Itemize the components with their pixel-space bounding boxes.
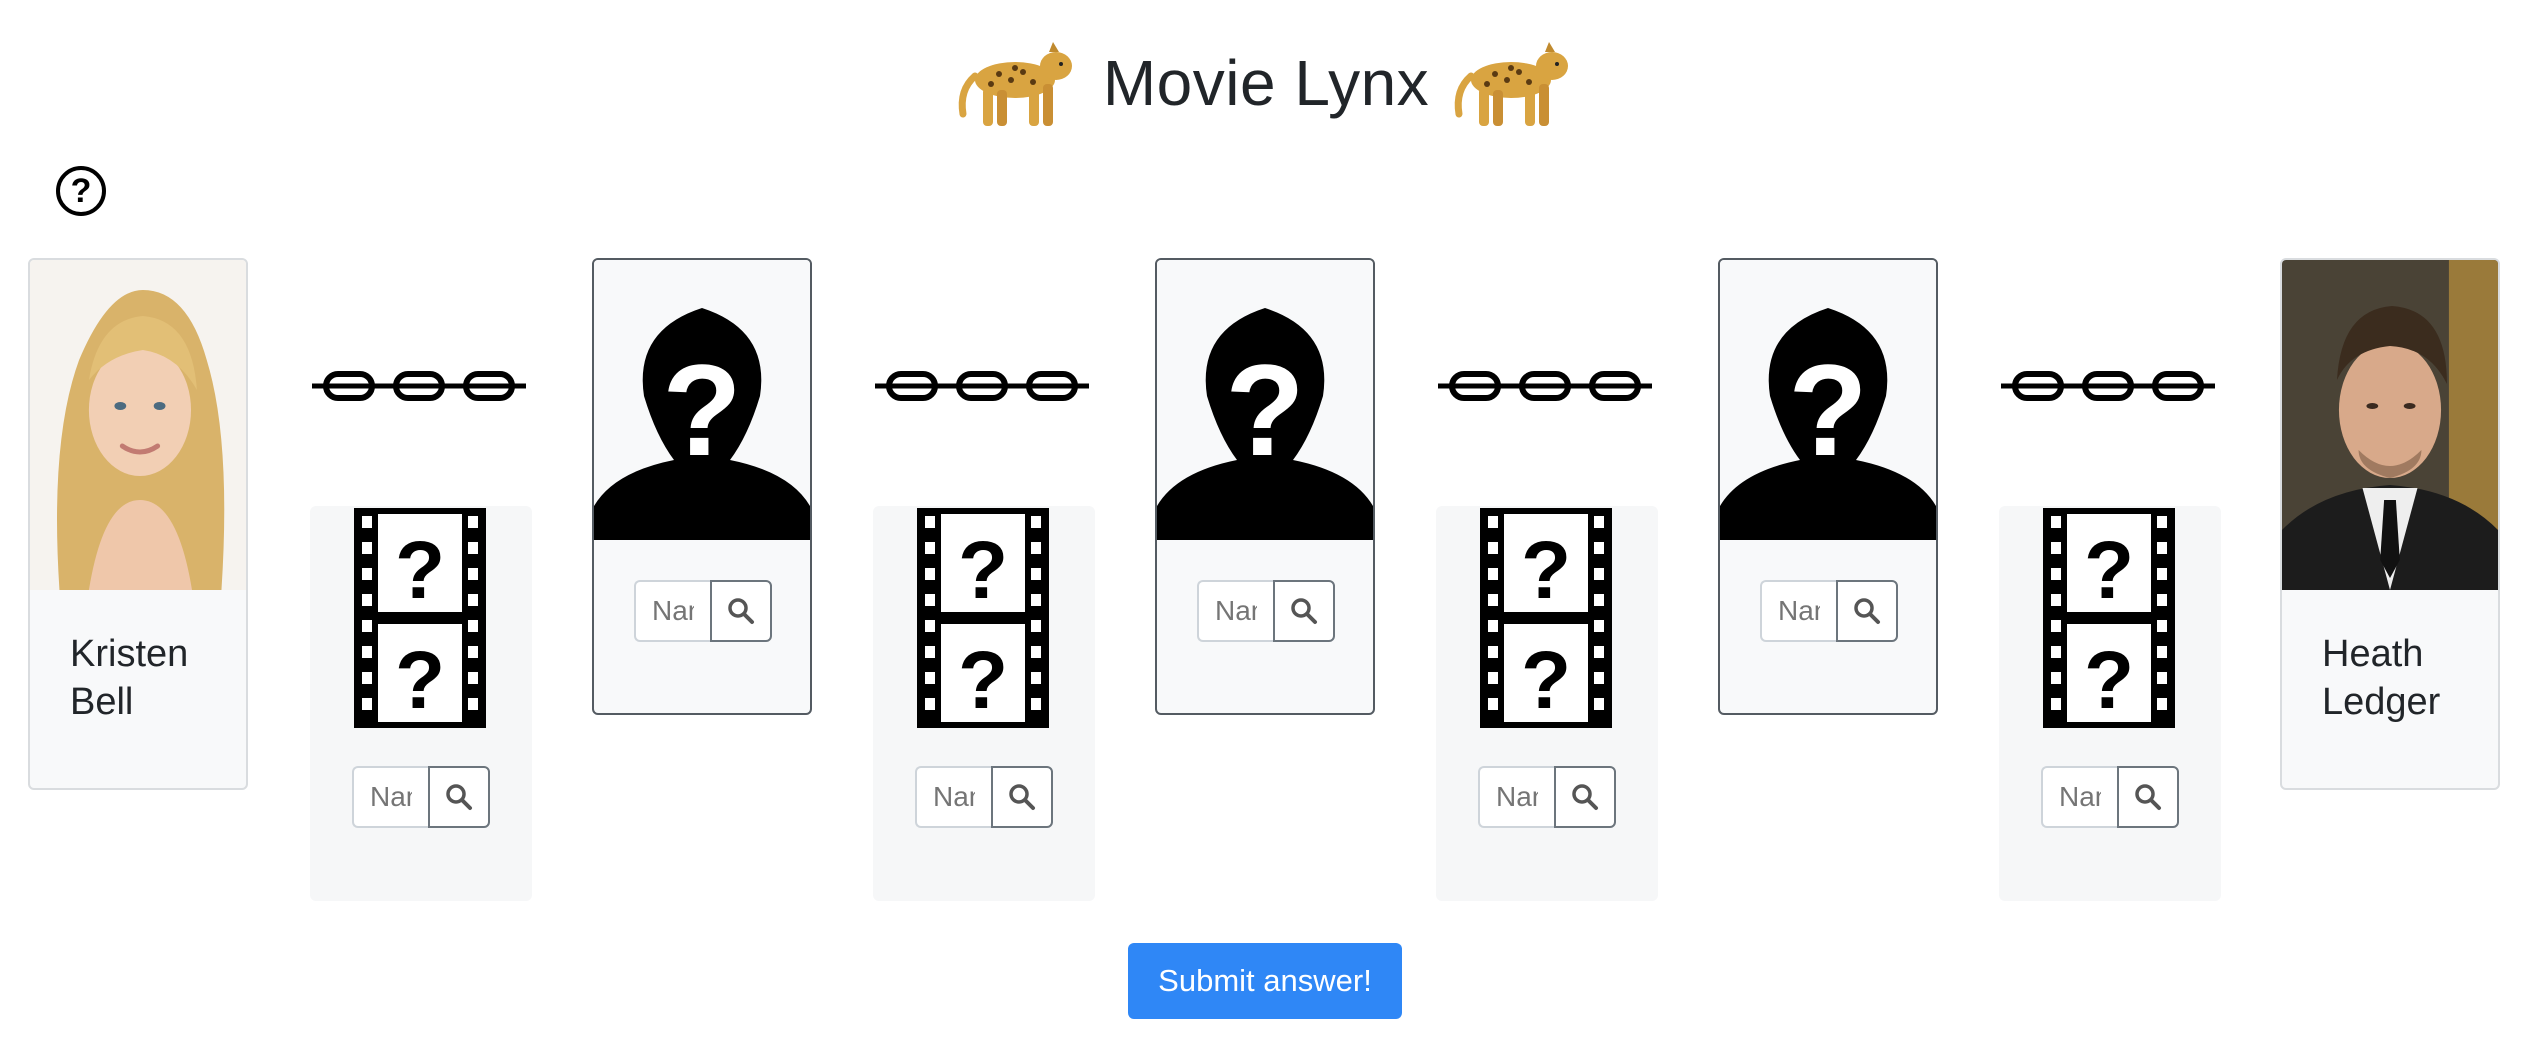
unknown-person-icon [1157, 260, 1373, 540]
actor-slot-2 [1155, 258, 1375, 715]
help-button[interactable]: ? [56, 166, 106, 216]
movie-slot-3 [1436, 506, 1658, 901]
search-icon [1571, 783, 1599, 811]
leopard-icon [953, 28, 1083, 138]
actor-search-group [1197, 580, 1335, 642]
movie-search-button[interactable] [1554, 766, 1616, 828]
app-header: Movie Lynx [0, 18, 2532, 148]
page-title: Movie Lynx [1102, 47, 1430, 119]
movie-slot-1 [310, 506, 532, 901]
movie-slot-2 [873, 506, 1095, 901]
chain-link-icon [875, 368, 1089, 404]
search-icon [2134, 783, 2162, 811]
submit-answer-button[interactable]: Submit answer! [1128, 943, 1402, 1019]
search-icon [727, 597, 755, 625]
movie-search-input[interactable] [915, 766, 991, 828]
search-icon [1290, 597, 1318, 625]
end-actor-name: Heath Ledger [2322, 633, 2441, 723]
movie-search-group [915, 766, 1053, 828]
start-actor-photo [30, 260, 246, 590]
movie-slot-4 [1999, 506, 2221, 901]
search-icon [1008, 783, 1036, 811]
leopard-icon [1449, 28, 1579, 138]
end-actor-card: Heath Ledger [2280, 258, 2500, 790]
unknown-person-icon [1720, 260, 1936, 540]
search-icon [445, 783, 473, 811]
start-actor-name: Kristen Bell [70, 633, 189, 723]
unknown-movie-filmstrip-icon [917, 508, 1049, 728]
unknown-movie-filmstrip-icon [1480, 508, 1612, 728]
actor-search-button[interactable] [1836, 580, 1898, 642]
movie-search-input[interactable] [2041, 766, 2117, 828]
chain-link-icon [2001, 368, 2215, 404]
end-actor-photo [2282, 260, 2498, 590]
actor-search-input[interactable] [1760, 580, 1836, 642]
movie-search-group [352, 766, 490, 828]
actor-search-button[interactable] [710, 580, 772, 642]
actor-search-input[interactable] [634, 580, 710, 642]
actor-slot-1 [592, 258, 812, 715]
help-icon: ? [70, 171, 92, 210]
actor-search-input[interactable] [1197, 580, 1273, 642]
movie-search-button[interactable] [428, 766, 490, 828]
chain-link-icon [312, 368, 526, 404]
movie-search-button[interactable] [991, 766, 1053, 828]
actor-search-group [634, 580, 772, 642]
unknown-movie-filmstrip-icon [354, 508, 486, 728]
unknown-person-icon [594, 260, 810, 540]
search-icon [1853, 597, 1881, 625]
start-actor-card: Kristen Bell [28, 258, 248, 790]
actor-search-button[interactable] [1273, 580, 1335, 642]
movie-search-group [2041, 766, 2179, 828]
chain-link-icon [1438, 368, 1652, 404]
movie-search-input[interactable] [352, 766, 428, 828]
movie-search-group [1478, 766, 1616, 828]
movie-search-input[interactable] [1478, 766, 1554, 828]
movie-search-button[interactable] [2117, 766, 2179, 828]
actor-search-group [1760, 580, 1898, 642]
unknown-movie-filmstrip-icon [2043, 508, 2175, 728]
actor-slot-3 [1718, 258, 1938, 715]
